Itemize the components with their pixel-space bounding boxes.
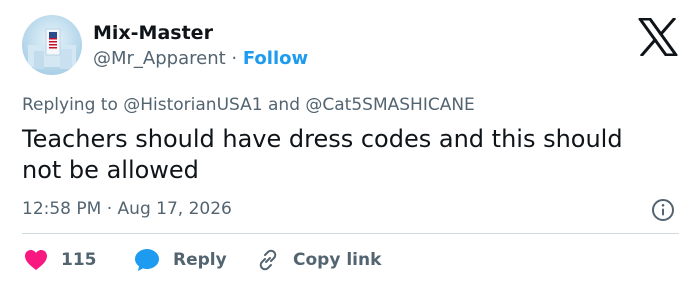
reply-joiner: and (262, 95, 306, 115)
like-count: 115 (61, 250, 97, 270)
handle-row: @Mr_Apparent · Follow (93, 48, 308, 70)
tweet-time: 12:58 PM (22, 199, 102, 219)
x-logo-icon[interactable] (638, 16, 678, 58)
info-icon[interactable] (651, 198, 675, 222)
copy-link-button[interactable]: Copy link (256, 246, 381, 274)
reply-context: Replying to @HistorianUSA1 and @Cat5SMAS… (22, 94, 475, 116)
mention-historianusa1[interactable]: @HistorianUSA1 (123, 95, 262, 115)
mention-cat5smashicane[interactable]: @Cat5SMASHICANE (305, 95, 474, 115)
display-name[interactable]: Mix-Master (93, 22, 213, 44)
tweet-card: Mix-Master @Mr_Apparent · Follow Replyin… (0, 0, 700, 287)
speech-bubble-icon (135, 249, 159, 271)
reply-button[interactable]: Reply (134, 246, 227, 274)
tweet-text: Teachers should have dress codes and thi… (22, 124, 678, 186)
follow-button[interactable]: Follow (243, 48, 308, 69)
tweet-date: Aug 17, 2026 (117, 199, 232, 219)
like-button[interactable]: 115 (24, 246, 97, 274)
avatar[interactable] (22, 15, 82, 75)
copy-link-label: Copy link (293, 250, 382, 270)
user-handle[interactable]: @Mr_Apparent (93, 48, 226, 69)
reply-prefix: Replying to (22, 95, 124, 115)
link-icon (259, 249, 277, 271)
divider (22, 233, 679, 234)
heart-icon (25, 250, 47, 270)
timestamp-separator: · (101, 199, 118, 219)
avatar-image (22, 15, 82, 75)
timestamp[interactable]: 12:58 PM · Aug 17, 2026 (22, 198, 232, 220)
tweet-text-line-1: Teachers should have dress codes and thi… (22, 125, 623, 153)
tweet-text-line-2: not be allowed (22, 156, 199, 184)
handle-separator: · (225, 48, 243, 69)
reply-label: Reply (173, 250, 227, 270)
